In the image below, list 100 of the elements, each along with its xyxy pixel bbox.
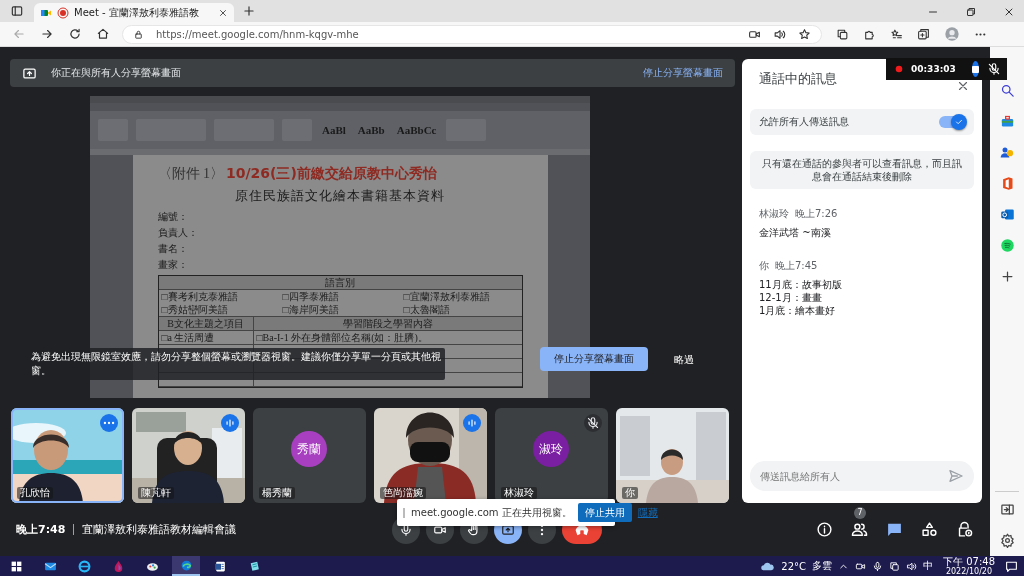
table-header: 語言別 — [324, 276, 356, 289]
table-cell-text: □Ba-I-1 外在身體部位名稱(如：肚臍)。 — [255, 331, 429, 344]
avatar: 秀蘭 — [291, 431, 327, 467]
table-cell-text: □四季泰雅語 — [281, 290, 340, 303]
participant-name: 笆尚澢婉 — [380, 487, 426, 499]
browser-app-icon[interactable] — [172, 556, 200, 576]
message-text: 11月底：故事初版 — [759, 278, 843, 291]
lock-icon — [133, 28, 144, 40]
close-icon[interactable] — [956, 79, 970, 93]
table-cell: □a 生活周遭 — [158, 331, 254, 344]
monitor-icon[interactable] — [889, 560, 900, 572]
stop-sharing-link[interactable]: 停止分享螢幕畫面 — [643, 64, 723, 82]
notice-text: 只有還在通話的參與者可以查看訊息，而且訊息會在通話結束後刪除 — [750, 151, 974, 189]
dismiss-button[interactable]: 略過 — [672, 351, 696, 369]
count-badge: 7 — [854, 506, 866, 519]
close-window-icon[interactable] — [1003, 6, 1015, 18]
participant-tile[interactable]: 陳芃軒 — [132, 408, 245, 503]
attachment-label: 〈附件 1〉 — [157, 165, 224, 183]
form-field-label: 編號： — [157, 210, 189, 224]
windows-logo-icon — [9, 559, 23, 573]
form-field-label: 書名： — [157, 242, 189, 256]
search-icon[interactable] — [999, 83, 1015, 98]
stop-sharing-button[interactable]: 停止共用 — [577, 503, 632, 522]
sidebar-toggle-icon[interactable] — [10, 4, 24, 18]
browser-tab[interactable]: Meet - 宜蘭澤敖利泰雅語教 — [34, 3, 234, 22]
message-time: 晚上7:45 — [775, 259, 818, 273]
reload-icon[interactable] — [68, 27, 82, 41]
message-time: 晚上7:26 — [795, 207, 838, 221]
participant-name: 你 — [622, 487, 638, 499]
add-icon[interactable] — [999, 269, 1015, 284]
participant-tile[interactable]: 孔欣怡 — [11, 408, 124, 503]
weather-text: 多雲 — [812, 559, 832, 573]
document-heading: 原住民族語文化繪本書籍基本資料 — [234, 187, 446, 205]
new-tab-icon[interactable] — [242, 4, 256, 18]
music-icon[interactable] — [999, 238, 1015, 253]
message-text: 12-1月：畫畫 — [759, 291, 823, 304]
participant-tile[interactable]: 你 — [616, 408, 729, 503]
present-icon — [22, 65, 37, 81]
avatar: 淑玲 — [533, 431, 569, 467]
check-icon — [954, 117, 964, 127]
recording-dot-icon — [895, 65, 903, 73]
message-field[interactable]: 傳送訊息給所有人 — [750, 461, 974, 491]
muted-icon — [584, 414, 602, 432]
favorites-icon[interactable] — [890, 27, 903, 41]
toggle-switch[interactable] — [939, 116, 965, 128]
sender-name: 林淑玲 — [759, 207, 789, 221]
address-field[interactable]: https://meet.google.com/hnm-kqgv-mhe — [122, 24, 822, 44]
briefcase-icon[interactable] — [999, 114, 1015, 129]
meeting-title: 宜蘭澤敖利泰雅語教材編輯會議 — [82, 522, 237, 537]
table-cell-text: □秀姑巒阿美語 — [160, 303, 229, 316]
copies-icon[interactable] — [836, 27, 849, 41]
sharing-status: 你正在與所有人分享螢幕畫面 — [51, 66, 181, 80]
form-field-label: 負責人： — [157, 226, 199, 240]
chat-bubble-icon — [885, 521, 903, 538]
volume-icon[interactable] — [906, 560, 917, 572]
read-aloud-icon[interactable] — [773, 27, 786, 41]
clock-date: 2022/10/20 — [945, 566, 993, 576]
input-method[interactable]: 中 — [923, 559, 933, 573]
panel-icon[interactable] — [999, 502, 1015, 517]
sharing-notice: meet.google.com 正在共用視窗。 — [411, 505, 572, 520]
stop-sharing-button[interactable]: 停止分享螢幕畫面 — [540, 347, 648, 371]
clock-time: 下午 07:48 — [943, 556, 995, 567]
collections-icon[interactable] — [917, 27, 930, 41]
document-icon — [213, 559, 227, 573]
mail-icon[interactable] — [999, 207, 1015, 222]
home-icon[interactable] — [96, 27, 110, 41]
forward-icon[interactable] — [40, 27, 54, 41]
participant-tile[interactable]: 笆尚澢婉 — [374, 408, 487, 503]
table-cell-text: □海岸阿美語 — [281, 303, 340, 316]
message-text: 1月底：繪本畫好 — [759, 304, 837, 317]
recording-icon — [57, 6, 69, 19]
setting-label: 允許所有人傳送訊息 — [759, 115, 849, 129]
info-icon — [815, 521, 833, 538]
table-header: 學習階段之學習內容 — [341, 317, 434, 330]
microphone-icon[interactable] — [872, 560, 883, 572]
table-cell-text: □太魯閣語 — [402, 303, 451, 316]
table-header: B文化主題之項目 — [158, 317, 254, 330]
table-cell-text: □賽考利克泰雅語 — [160, 290, 239, 303]
close-tab-icon[interactable] — [218, 7, 228, 18]
stop-recording-button[interactable] — [971, 61, 979, 77]
restore-icon[interactable] — [965, 6, 977, 18]
notification-icon[interactable] — [1005, 559, 1018, 573]
people-icon[interactable] — [999, 145, 1015, 160]
meeting-time: 晚上7:48 — [16, 522, 66, 537]
participant-tile[interactable]: 秀蘭 楊秀蘭 — [253, 408, 366, 503]
table-cell-text: □宜蘭澤敖利泰雅語 — [402, 290, 491, 303]
sender-name: 你 — [759, 259, 769, 273]
swirl-icon — [179, 558, 193, 572]
temperature: 22°C — [781, 560, 806, 572]
recording-timer: 00:33:03 — [911, 64, 956, 74]
participant-name: 林淑玲 — [501, 487, 537, 499]
settings-icon[interactable] — [999, 533, 1015, 548]
participant-name: 楊秀蘭 — [259, 487, 295, 499]
deadline-text: 10/26(三)前繳交給原教中心秀怡 — [226, 165, 437, 183]
ring-icon — [77, 559, 91, 573]
participant-name: 孔欣怡 — [17, 487, 53, 499]
panel-title: 通話中的訊息 — [759, 70, 837, 88]
form-field-label: 畫家： — [157, 258, 189, 272]
mic-off-icon[interactable] — [987, 62, 1001, 76]
favorite-star-icon[interactable] — [798, 27, 811, 41]
